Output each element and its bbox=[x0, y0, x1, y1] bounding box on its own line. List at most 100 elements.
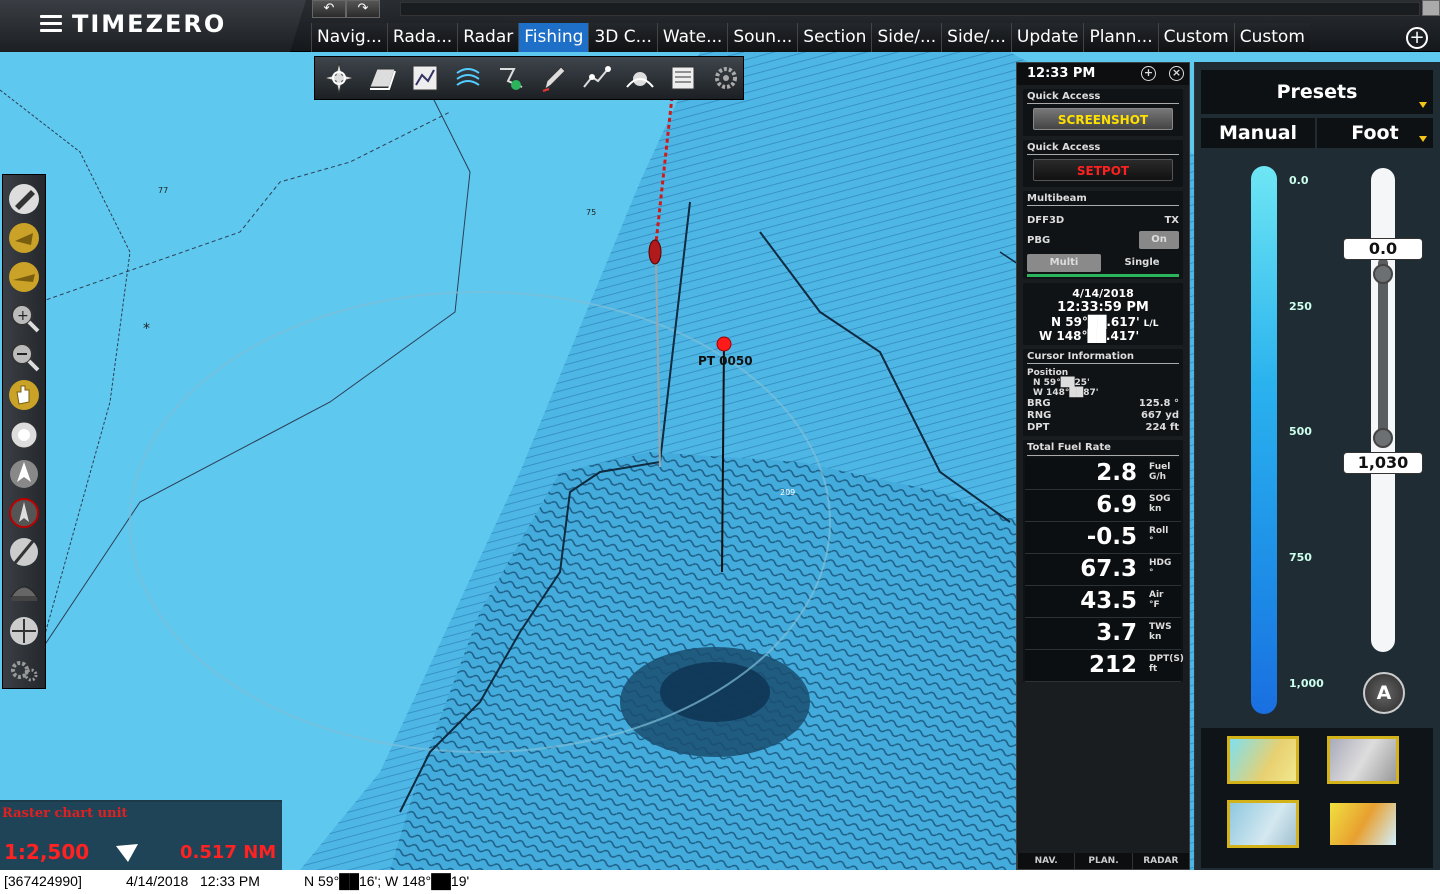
tab-plann[interactable]: Plann... bbox=[1083, 23, 1158, 52]
multi-button[interactable]: Multi bbox=[1027, 254, 1101, 272]
tab-radar[interactable]: Radar bbox=[457, 23, 519, 52]
nav-value-row[interactable]: 6.9 SOG kn bbox=[1025, 490, 1181, 522]
slider-bottom-value[interactable]: 1,030 bbox=[1343, 452, 1423, 474]
nav-value-unit: G/h bbox=[1149, 472, 1167, 482]
presets-dropdown[interactable]: Presets bbox=[1201, 70, 1433, 114]
nav-value-row[interactable]: 3.7 TWS kn bbox=[1025, 618, 1181, 650]
svg-text:+: + bbox=[17, 308, 29, 324]
presets-title: Presets bbox=[1276, 81, 1358, 103]
nav-lon: W 148°██.417' bbox=[1039, 329, 1140, 343]
title-strip bbox=[400, 2, 1420, 16]
slider-top-value[interactable]: 0.0 bbox=[1343, 238, 1423, 260]
move-icon[interactable] bbox=[6, 613, 42, 648]
scale-ratio[interactable]: 1:2,500 bbox=[4, 840, 89, 864]
datetime-section: 4/14/2018 12:33:59 PM N 59°██.617' L/L W … bbox=[1023, 283, 1183, 345]
nav-value-row[interactable]: 212 DPT(S) ft bbox=[1025, 650, 1184, 682]
tab-radar[interactable]: RADAR bbox=[1131, 853, 1189, 869]
tab-side[interactable]: Side/... bbox=[941, 23, 1011, 52]
helmet-icon[interactable] bbox=[6, 574, 42, 609]
mark-label[interactable]: PT 0050 bbox=[698, 354, 753, 368]
nav-value-unit: ° bbox=[1149, 568, 1154, 578]
nav-panel-tabs: NAV. PLAN. RADAR bbox=[1017, 853, 1189, 869]
pan-hand-icon[interactable] bbox=[6, 378, 42, 413]
pbg-toggle[interactable]: On bbox=[1139, 231, 1179, 249]
window-button[interactable] bbox=[1422, 0, 1440, 16]
tab-custom[interactable]: Custom bbox=[1157, 23, 1234, 52]
nav-value-name: TWS bbox=[1149, 622, 1172, 632]
menu-icon[interactable] bbox=[40, 15, 62, 33]
unit-dropdown[interactable]: Foot bbox=[1317, 118, 1433, 148]
quick-access-title: Quick Access bbox=[1027, 142, 1101, 153]
ship-gold-icon[interactable] bbox=[6, 220, 42, 255]
sounder-icon[interactable] bbox=[450, 60, 485, 96]
tab-section[interactable]: Section bbox=[797, 23, 872, 52]
zoom-out-icon[interactable] bbox=[6, 338, 42, 373]
chart-frame-icon[interactable] bbox=[407, 60, 442, 96]
waypoint-icon[interactable] bbox=[579, 60, 614, 96]
nav-value-row[interactable]: 67.3 HDG ° bbox=[1025, 554, 1181, 586]
gears-icon[interactable] bbox=[6, 653, 42, 688]
tab-fishing[interactable]: Fishing bbox=[518, 23, 589, 52]
tab-soun[interactable]: Soun... bbox=[727, 23, 798, 52]
cursor-info-row: BRG 125.8 ° bbox=[1027, 398, 1179, 410]
tab-rada[interactable]: Rada... bbox=[386, 23, 458, 52]
add-tab-icon[interactable]: + bbox=[1406, 27, 1428, 49]
auto-button[interactable]: A bbox=[1363, 672, 1405, 714]
slider-top-knob[interactable] bbox=[1373, 264, 1393, 284]
north-up-icon[interactable] bbox=[6, 456, 42, 491]
chart-book-icon[interactable] bbox=[364, 60, 399, 96]
palette-2[interactable] bbox=[1327, 736, 1399, 784]
redo-button[interactable]: ↷ bbox=[346, 0, 380, 18]
center-icon[interactable] bbox=[6, 417, 42, 452]
slider-bottom-knob[interactable] bbox=[1373, 428, 1393, 448]
tab-nav[interactable]: NAV. bbox=[1017, 853, 1074, 869]
compass-rose-icon[interactable] bbox=[321, 60, 356, 96]
depth-scale-label: 0.0 bbox=[1289, 174, 1309, 187]
multibeam-section: Multibeam DFF3D TX PBG On Multi Single bbox=[1023, 191, 1183, 279]
tab-custom[interactable]: Custom bbox=[1233, 23, 1310, 52]
single-button[interactable]: Single bbox=[1105, 254, 1179, 272]
tilt-icon[interactable] bbox=[6, 535, 42, 570]
zoom-in-icon[interactable]: + bbox=[6, 299, 42, 334]
nav-value-label: Fuel G/h bbox=[1149, 462, 1170, 482]
screenshot-button[interactable]: SCREENSHOT bbox=[1033, 108, 1173, 130]
nav-value-unit: kn bbox=[1149, 632, 1162, 642]
nav-value: 43.5 bbox=[1080, 588, 1137, 614]
position-label: Position bbox=[1027, 368, 1069, 378]
mode-manual-button[interactable]: Manual bbox=[1201, 118, 1315, 148]
tab-side[interactable]: Side/... bbox=[871, 23, 942, 52]
nav-value-row[interactable]: -0.5 Roll ° bbox=[1025, 522, 1181, 554]
tab-navig[interactable]: Navig... bbox=[311, 23, 387, 52]
nav-value-row[interactable]: 43.5 Air °F bbox=[1025, 586, 1181, 618]
palette-grid bbox=[1201, 728, 1433, 868]
ship-gold-2-icon[interactable] bbox=[6, 260, 42, 295]
add-panel-icon[interactable]: + bbox=[1141, 66, 1156, 81]
boat-icon[interactable] bbox=[6, 181, 42, 216]
settings-icon[interactable] bbox=[708, 60, 743, 96]
report-icon[interactable] bbox=[665, 60, 700, 96]
tab-plan[interactable]: PLAN. bbox=[1074, 853, 1131, 869]
tab-update[interactable]: Update bbox=[1010, 23, 1084, 52]
nav-value: 6.9 bbox=[1096, 492, 1137, 518]
undo-button[interactable]: ↶ bbox=[312, 0, 346, 18]
tab-3d-c[interactable]: 3D C... bbox=[588, 23, 657, 52]
pen-icon[interactable] bbox=[536, 60, 571, 96]
setpot-button[interactable]: SETPOT bbox=[1033, 159, 1173, 181]
route-icon[interactable] bbox=[493, 60, 528, 96]
cursor-info-value: 224 ft bbox=[1145, 422, 1180, 433]
cursor-info-label: BRG bbox=[1027, 398, 1051, 409]
quick-access-1: Quick Access SCREENSHOT bbox=[1023, 89, 1183, 136]
status-position: N 59°██16'; W 148°██19' bbox=[304, 873, 470, 889]
nav-value-name: Roll bbox=[1149, 526, 1169, 536]
weather-icon[interactable] bbox=[622, 60, 657, 96]
orientation-icon[interactable] bbox=[6, 496, 42, 531]
cursor-info-row: RNG 667 yd bbox=[1027, 410, 1179, 422]
nav-value-label: Roll ° bbox=[1149, 526, 1168, 546]
palette-1[interactable] bbox=[1227, 736, 1299, 784]
close-panel-icon[interactable]: × bbox=[1169, 66, 1184, 81]
cursor-info-value: 667 yd bbox=[1140, 410, 1179, 421]
palette-3[interactable] bbox=[1227, 800, 1299, 848]
nav-value-row[interactable]: 2.8 Fuel G/h bbox=[1025, 458, 1181, 490]
palette-4[interactable] bbox=[1327, 800, 1399, 848]
tab-wate[interactable]: Wate... bbox=[656, 23, 728, 52]
